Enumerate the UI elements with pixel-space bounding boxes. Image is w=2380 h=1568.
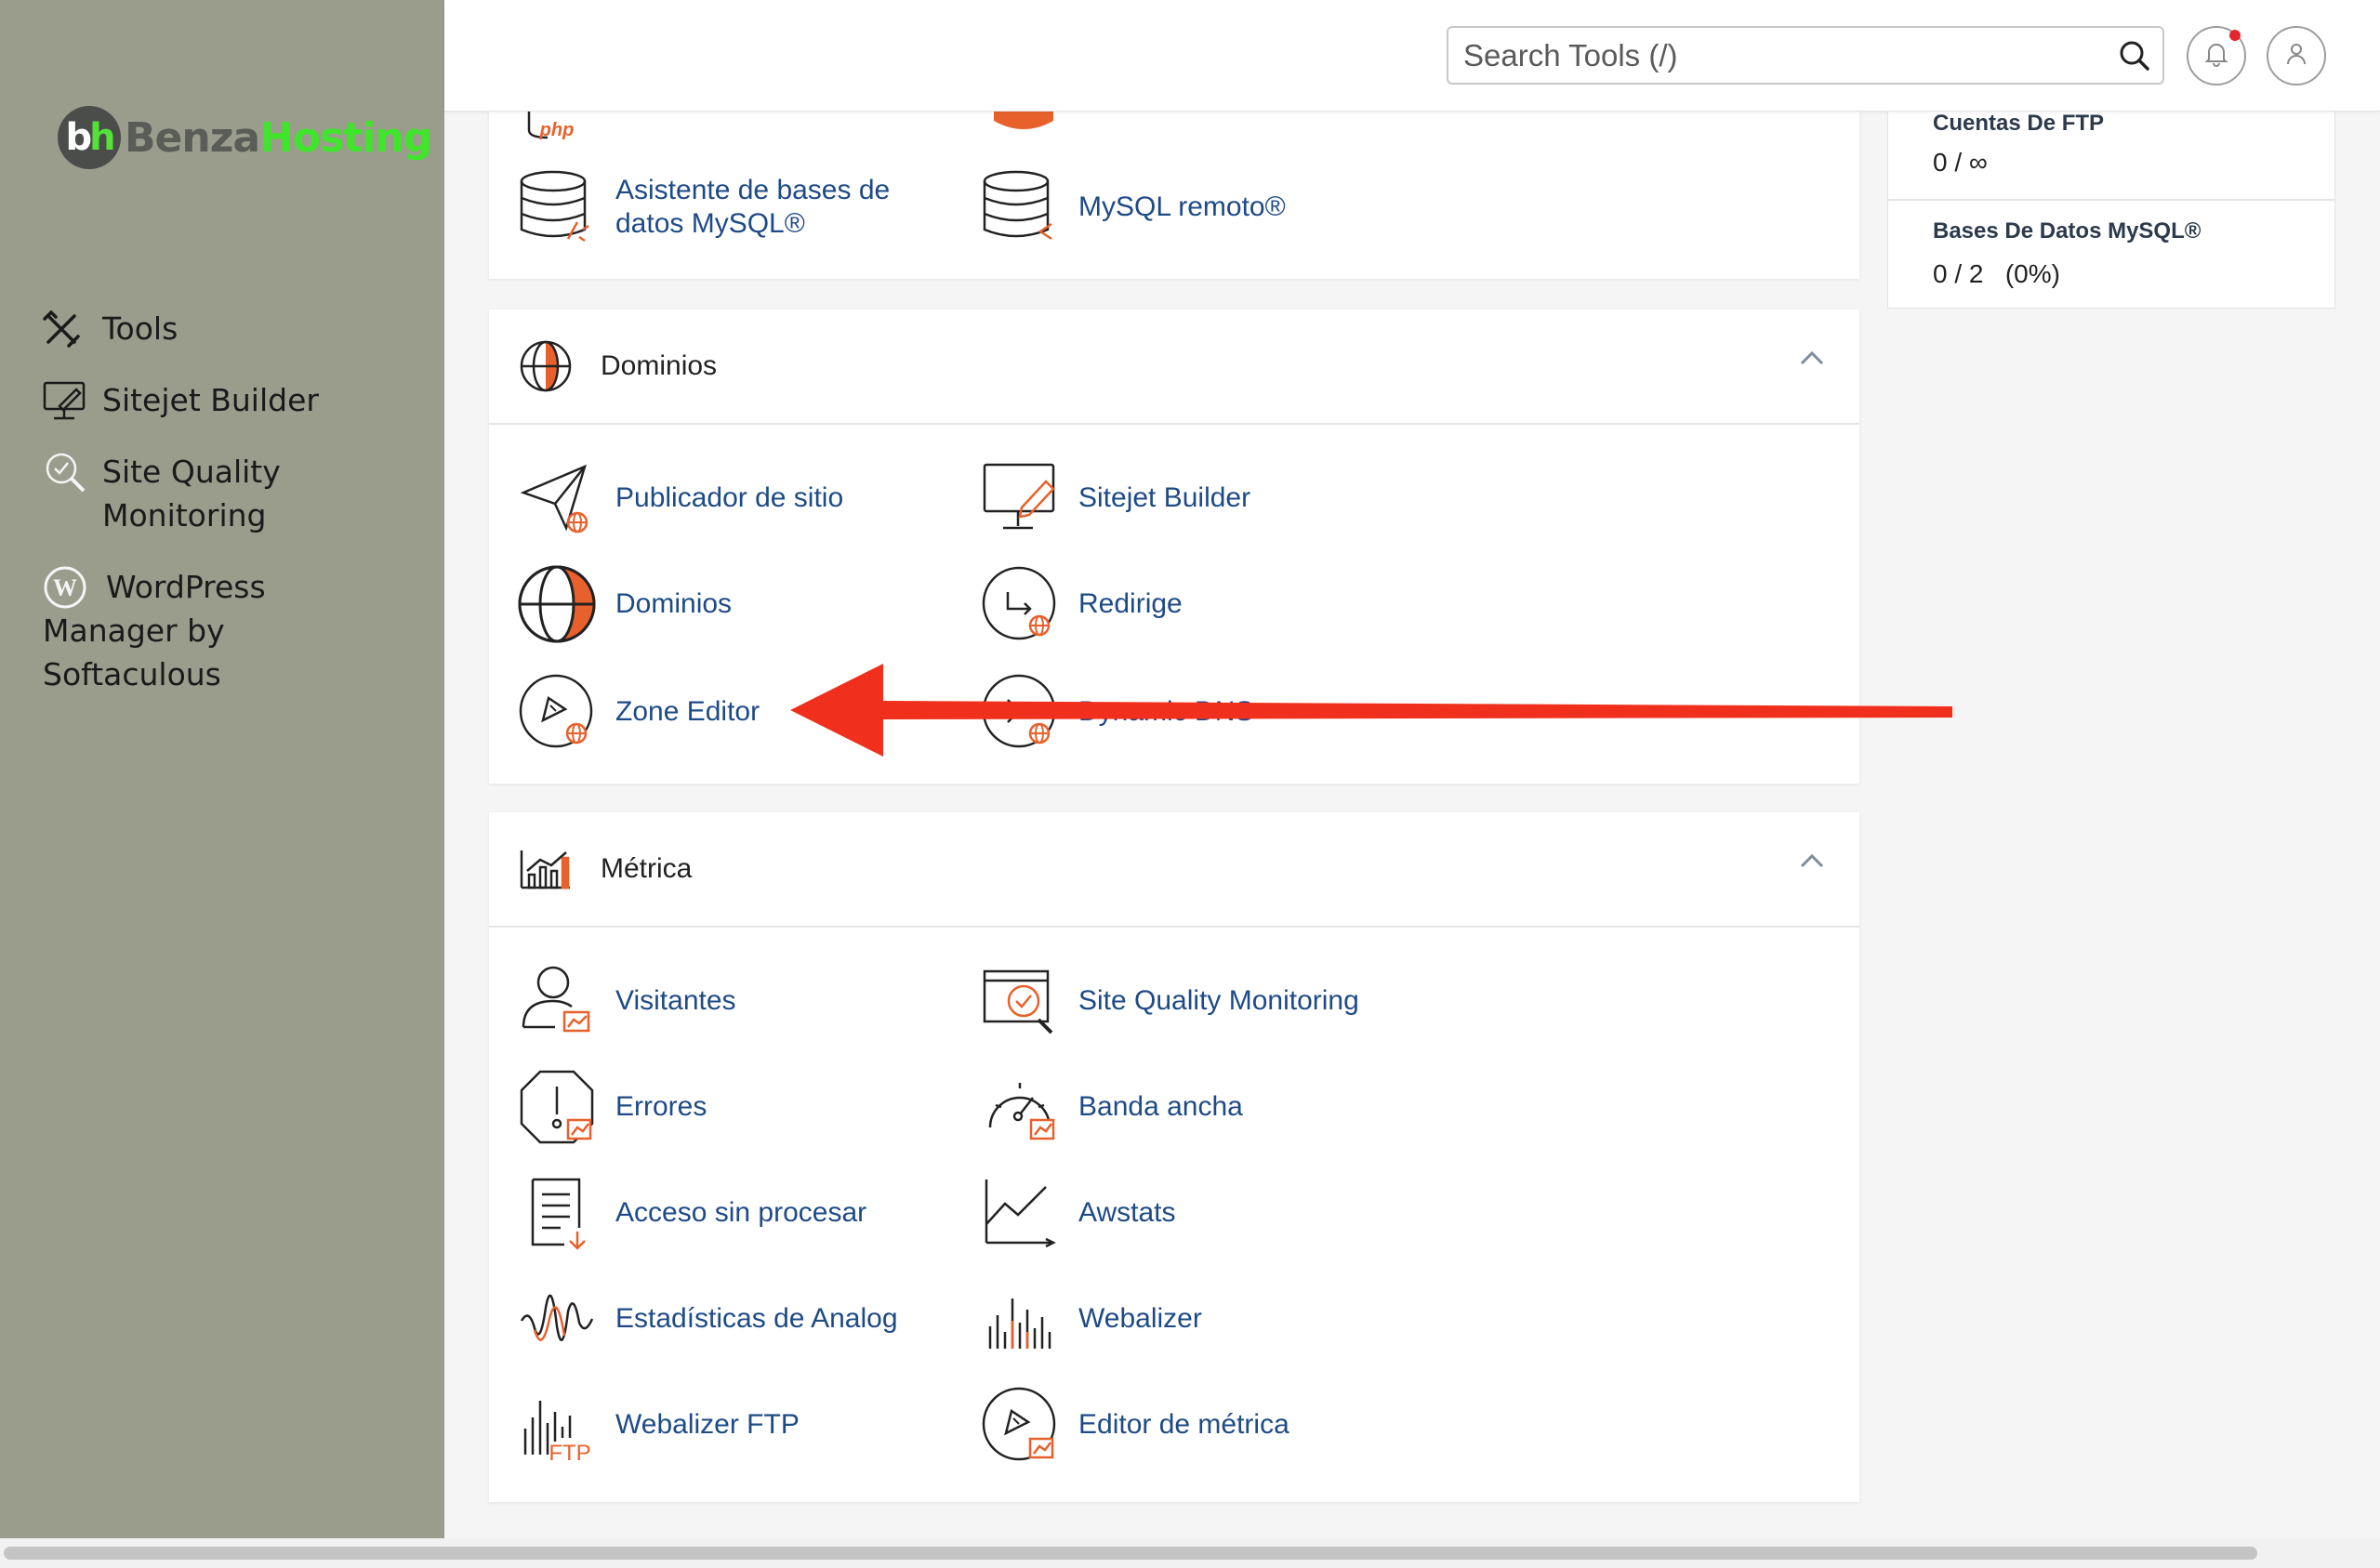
horizontal-scrollbar[interactable] [0,1538,2380,1568]
tool-site-quality-monitoring[interactable]: Site Quality Monitoring [978,959,1359,1043]
tool-label: Publicador de sitio [615,482,844,513]
wordpress-icon: W [43,565,89,609]
metrics-chart-icon [517,840,575,898]
sidebar-item-site-quality[interactable]: Site Quality Monitoring [43,450,433,537]
errors-icon [515,1065,599,1149]
tool-zone-editor[interactable]: Zone Editor [515,670,760,754]
tool-sitejet-builder[interactable]: Sitejet Builder [978,456,1250,540]
sidebar-nav: Tools Sitejet Builder Site Quality Monit… [43,307,433,724]
stats-panel: Cuentas De FTP 0 / ∞ Bases De Datos MySQ… [1887,93,2335,309]
tool-mysql-wizard[interactable]: Asistente de bases de datos MySQL® [515,165,959,249]
svg-text:php: php [539,120,575,139]
tool-label: Banda ancha [1078,1091,1243,1122]
site-quality-monitoring-icon [978,959,1062,1043]
tool-awstats[interactable]: Awstats [978,1171,1176,1255]
webalizer-icon [978,1277,1062,1361]
notifications-button[interactable] [2187,26,2246,86]
metrica-panel: Métrica Visitantes Site Quality Monitori… [489,812,1859,1502]
awstats-icon [978,1171,1062,1255]
tool-visitors[interactable]: Visitantes [515,959,736,1043]
tool-domains[interactable]: Dominios [515,562,732,646]
tool-label: Visitantes [615,985,736,1016]
logo-badge: bh [58,106,121,169]
panel-title: Dominios [601,350,718,381]
tool-label: Asistente de bases de datos MySQL® [615,175,891,239]
benzahosting-logo[interactable]: bh BenzaHosting [58,106,432,169]
tool-webalizer-ftp[interactable]: FTP Webalizer FTP [515,1383,800,1467]
tool-label: Editor de métrica [1078,1409,1289,1440]
tool-label: MySQL remoto® [1078,191,1286,222]
sidebar-item-sitejet[interactable]: Sitejet Builder [43,378,433,422]
sitejet-builder-icon [978,456,1062,540]
stat-value: 0 / ∞ [1933,148,1988,177]
tool-label: Zone Editor [615,696,760,727]
tool-bandwidth[interactable]: Banda ancha [978,1065,1243,1149]
domains-icon [515,562,599,646]
svg-text:W: W [53,574,77,601]
site-publisher-icon [515,456,599,540]
sidebar-item-label: Tools [102,310,178,347]
tool-label: Awstats [1078,1197,1176,1228]
top-header [444,0,2380,112]
notification-dot [2229,30,2241,41]
redirects-icon [978,562,1062,646]
scrollbar-thumb[interactable] [4,1547,2257,1560]
tool-label: Site Quality Monitoring [1078,985,1359,1016]
tool-analog-stats[interactable]: Estadísticas de Analog [515,1277,898,1361]
sidebar: bh BenzaHosting Tools Sitejet Builder Si… [0,0,444,1538]
user-menu-button[interactable] [2267,26,2326,86]
tool-label: Redirige [1078,588,1183,619]
sidebar-item-label: Sitejet Builder [102,382,319,418]
webalizer-ftp-icon: FTP [515,1383,599,1467]
tool-label: Webalizer [1078,1303,1202,1334]
tool-label: Acceso sin procesar [615,1197,867,1228]
user-icon [2282,40,2310,72]
panel-title: Métrica [601,853,693,884]
tool-label: Errores [615,1091,707,1122]
remote-mysql-icon [978,165,1062,249]
search-box[interactable] [1447,26,2164,85]
sidebar-item-tools[interactable]: Tools [43,307,433,350]
site-quality-icon [43,450,89,494]
stat-value: 0 / 2 (0%) [1933,259,2060,288]
bell-icon [2202,40,2230,72]
bandwidth-icon [978,1065,1062,1149]
logo-text: BenzaHosting [125,113,432,162]
tool-raw-access[interactable]: Acceso sin procesar [515,1171,866,1255]
stat-label: Bases De Datos MySQL® [1933,218,2202,244]
tools-icon [43,307,89,350]
chevron-up-icon[interactable] [1800,853,1824,873]
stat-label: Cuentas De FTP [1933,111,2105,136]
metrics-editor-icon [978,1383,1062,1467]
tool-webalizer[interactable]: Webalizer [978,1277,1202,1361]
tool-label: Webalizer FTP [615,1409,800,1440]
tool-site-publisher[interactable]: Publicador de sitio [515,456,843,540]
sidebar-item-label: Site Quality Monitoring [102,454,281,534]
metrica-header[interactable]: Métrica [489,812,1859,928]
sidebar-item-wordpress[interactable]: W WordPress Manager by Softaculous [43,565,433,696]
globe-icon [517,337,575,395]
tool-label: Dominios [615,588,733,619]
dominios-header[interactable]: Dominios [489,310,1859,425]
analog-stats-icon [515,1277,599,1361]
stats-divider [1888,199,2334,201]
tool-label: Estadísticas de Analog [615,1303,898,1334]
chevron-up-icon[interactable] [1800,350,1824,370]
search-icon[interactable] [2118,39,2151,77]
tool-redirects[interactable]: Redirige [978,562,1183,646]
raw-access-icon [515,1171,599,1255]
sitejet-icon [43,378,89,422]
zone-editor-icon [515,670,599,754]
tool-metrics-editor[interactable]: Editor de métrica [978,1383,1289,1467]
stat-ftp-accounts: Cuentas De FTP 0 / ∞ [1933,111,2104,178]
mysql-wizard-icon [515,165,599,249]
tool-errors[interactable]: Errores [515,1065,707,1149]
search-input[interactable] [1448,28,2081,83]
stat-mysql-databases: Bases De Datos MySQL® 0 / 2 (0%) [1933,218,2201,289]
red-arrow-annotation [790,664,1952,757]
svg-text:FTP: FTP [549,1441,590,1464]
tool-remote-mysql[interactable]: MySQL remoto® [978,165,1286,249]
visitors-icon [515,959,599,1043]
tool-label: Sitejet Builder [1078,482,1251,513]
